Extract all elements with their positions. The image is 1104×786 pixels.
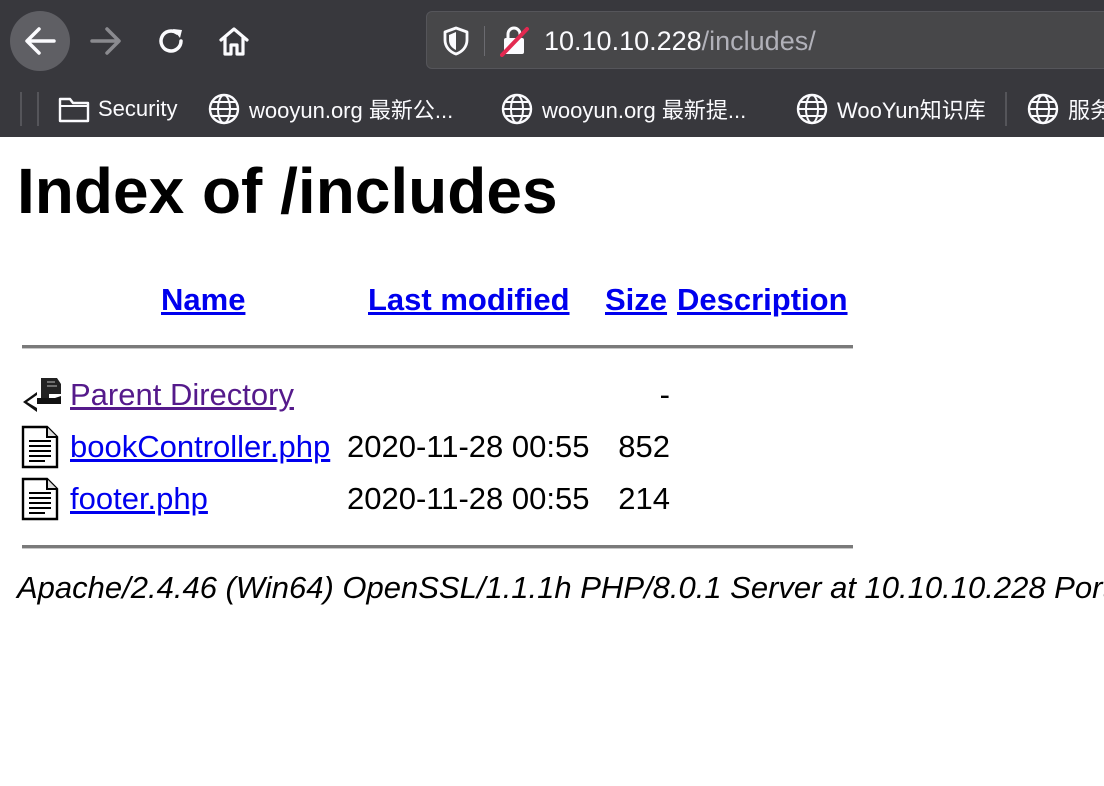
parent-directory-link[interactable]: Parent Directory [70, 377, 294, 413]
bookmark-label: Security [98, 96, 178, 121]
header-divider [22, 345, 853, 349]
file-size: - [659, 377, 670, 412]
file-size: 214 [618, 481, 670, 516]
home-icon [219, 27, 249, 56]
sort-by-last-modified-link[interactable]: Last modified [368, 282, 570, 318]
back-button[interactable] [10, 11, 70, 71]
forward-button[interactable] [76, 11, 136, 71]
arrow-right-icon [90, 27, 121, 55]
globe-icon [796, 93, 828, 125]
file-link-footer[interactable]: footer.php [70, 481, 208, 517]
footer-divider [22, 545, 853, 549]
bookmark-wooyun-latest-public[interactable]: wooyun.org 最新公... [207, 90, 453, 128]
text-file-icon [21, 425, 59, 469]
bookmark-wooyun-latest-submitted[interactable]: wooyun.org 最新提... [500, 90, 746, 128]
bookmark-security-folder[interactable]: Security [58, 90, 177, 128]
sort-by-name-link[interactable]: Name [161, 282, 245, 318]
home-button[interactable] [204, 11, 264, 71]
bookmarks-separator [1005, 92, 1007, 126]
globe-icon [1027, 93, 1059, 125]
reload-button[interactable] [141, 11, 201, 71]
url-path: /includes/ [701, 26, 816, 56]
url-host: 10.10.10.228 [544, 26, 702, 56]
folder-icon [58, 97, 90, 123]
back-arrow-icon [23, 378, 61, 412]
file-link-bookcontroller[interactable]: bookController.php [70, 429, 330, 465]
bookmark-wooyun-knowledge-base[interactable]: WooYun知识库 [795, 90, 986, 128]
url-text[interactable]: 10.10.10.228/includes/ [544, 26, 816, 56]
bookmark-label: wooyun.org 最新提... [542, 98, 747, 123]
browser-toolbar: 10.10.10.228/includes/ Security wooyun.o… [0, 0, 1104, 137]
insecure-lock-icon[interactable] [500, 25, 530, 57]
arrow-left-icon [25, 27, 56, 55]
file-size: 852 [618, 429, 670, 464]
sort-by-size-link[interactable]: Size [605, 282, 667, 318]
bookmarks-separator [37, 92, 39, 126]
url-divider [484, 26, 485, 56]
tracking-protection-shield-icon[interactable] [443, 26, 469, 56]
bookmark-services[interactable]: 服务 [1026, 90, 1104, 128]
page-title: Index of /includes [17, 155, 558, 227]
address-bar[interactable]: 10.10.10.228/includes/ [426, 11, 1104, 69]
bookmark-label: 服务 [1068, 98, 1104, 123]
sort-by-description-link[interactable]: Description [677, 282, 848, 318]
reload-icon [159, 29, 183, 53]
text-file-icon [21, 477, 59, 521]
globe-icon [208, 93, 240, 125]
bookmarks-separator [20, 92, 22, 126]
bookmark-label: WooYun知识库 [837, 98, 986, 123]
globe-icon [501, 93, 533, 125]
bookmark-label: wooyun.org 最新公... [249, 98, 454, 123]
server-signature: Apache/2.4.46 (Win64) OpenSSL/1.1.1h PHP… [17, 570, 1104, 605]
